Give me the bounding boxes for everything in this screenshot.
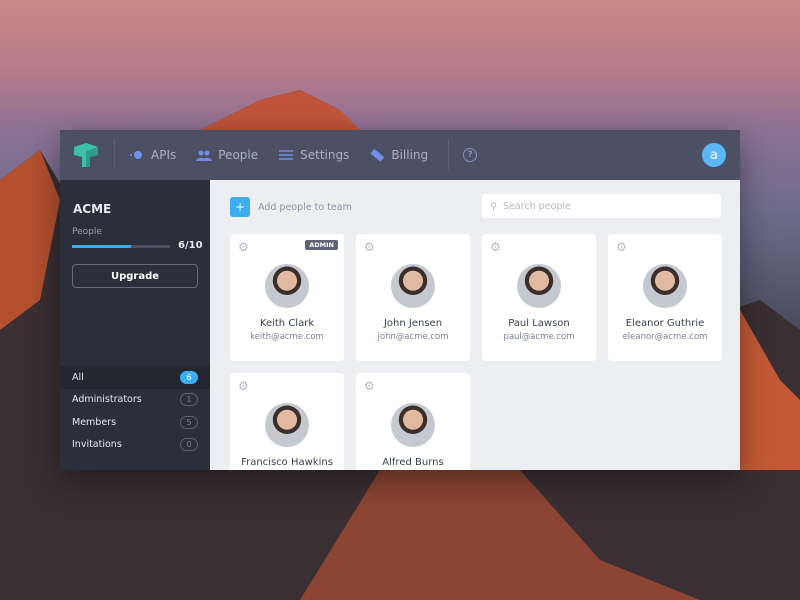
- person-email: john@acme.com: [377, 332, 449, 342]
- filter-members[interactable]: Members 5: [60, 411, 210, 434]
- divider: [114, 140, 115, 170]
- logo-icon: [74, 143, 98, 167]
- user-avatar[interactable]: a: [702, 143, 726, 167]
- person-photo: [265, 403, 309, 447]
- person-name: Francisco Hawkins: [241, 457, 333, 468]
- person-email: eleanor@acme.com: [622, 332, 708, 342]
- person-name: Keith Clark: [259, 318, 315, 329]
- person-card[interactable]: ⚙ Paul Lawson paul@acme.com: [482, 234, 596, 361]
- person-email: keith@acme.com: [250, 332, 324, 342]
- filter-label: Invitations: [72, 439, 122, 451]
- filter-label: All: [72, 371, 84, 383]
- main-content: + Add people to team ⚲ Search people ⚙ ADMI…: [210, 180, 740, 470]
- nav-label: People: [218, 148, 259, 162]
- count-badge: 1: [180, 393, 198, 407]
- gear-icon[interactable]: ⚙: [238, 379, 249, 393]
- search-input[interactable]: ⚲ Search people: [482, 194, 721, 218]
- search-icon: ⚲: [490, 200, 497, 212]
- count-badge: 5: [180, 415, 198, 429]
- gear-icon[interactable]: ⚙: [238, 240, 249, 254]
- add-people-button[interactable]: + Add people to team: [230, 197, 352, 217]
- top-nav: APIs People Settings Billing ? a: [60, 130, 740, 180]
- filter-all[interactable]: All 6: [60, 366, 210, 389]
- count-badge: 6: [180, 370, 198, 384]
- person-name: John Jensen: [383, 318, 443, 329]
- filter-list: All 6 Administrators 1 Members 5 Invitation…: [60, 366, 210, 456]
- nav-label: Settings: [300, 148, 350, 162]
- gear-icon[interactable]: ⚙: [364, 379, 375, 393]
- sliders-icon: [279, 150, 294, 160]
- nav-label: APIs: [151, 148, 177, 162]
- person-photo: [391, 264, 435, 308]
- person-card[interactable]: ⚙ ADMIN Keith Clark keith@acme.com: [230, 234, 344, 361]
- people-icon: [196, 150, 213, 161]
- person-photo: [517, 264, 561, 308]
- filter-label: Administrators: [72, 394, 142, 406]
- person-name: Eleanor Guthrie: [625, 318, 705, 329]
- filter-label: Members: [72, 416, 117, 428]
- app-window: APIs People Settings Billing ? a ACME Pe…: [60, 130, 740, 470]
- nav-settings[interactable]: Settings: [278, 147, 349, 163]
- filter-administrators[interactable]: Administrators 1: [60, 389, 210, 412]
- gear-icon[interactable]: ⚙: [490, 240, 501, 254]
- person-email: paul@acme.com: [503, 332, 575, 342]
- usage-count: 6/10: [178, 240, 203, 251]
- add-user-icon: +: [230, 197, 250, 217]
- person-card[interactable]: ⚙ John Jensen john@acme.com: [356, 234, 470, 361]
- api-icon: [130, 151, 142, 159]
- nav-people[interactable]: People: [196, 147, 258, 163]
- person-photo: [643, 264, 687, 308]
- help-icon[interactable]: ?: [463, 148, 478, 162]
- upgrade-button[interactable]: Upgrade: [72, 264, 198, 288]
- divider: [448, 140, 450, 170]
- search-placeholder: Search people: [502, 200, 571, 212]
- person-name: Alfred Burns: [382, 457, 444, 468]
- sidebar: ACME People 6/10 Upgrade All 6 Administra…: [60, 180, 210, 470]
- gear-icon[interactable]: ⚙: [616, 240, 627, 254]
- admin-badge: ADMIN: [305, 240, 338, 250]
- usage-bar: [72, 245, 170, 248]
- nav-billing[interactable]: Billing: [369, 147, 428, 163]
- usage-bar-fill: [72, 245, 131, 248]
- nav-label: Billing: [391, 148, 429, 162]
- person-name: Paul Lawson: [508, 318, 570, 329]
- person-card[interactable]: ⚙ Alfred Burns: [356, 373, 470, 470]
- count-badge: 0: [180, 438, 198, 452]
- ticket-icon: [370, 148, 385, 162]
- person-card[interactable]: ⚙ Francisco Hawkins: [230, 373, 344, 470]
- org-name: ACME: [73, 202, 112, 216]
- person-photo: [391, 403, 435, 447]
- person-photo: [265, 264, 309, 308]
- add-label: Add people to team: [258, 201, 352, 213]
- filter-invitations[interactable]: Invitations 0: [60, 434, 210, 457]
- people-label: People: [72, 227, 102, 237]
- nav-apis[interactable]: APIs: [129, 147, 176, 163]
- person-card[interactable]: ⚙ Eleanor Guthrie eleanor@acme.com: [608, 234, 722, 361]
- gear-icon[interactable]: ⚙: [364, 240, 375, 254]
